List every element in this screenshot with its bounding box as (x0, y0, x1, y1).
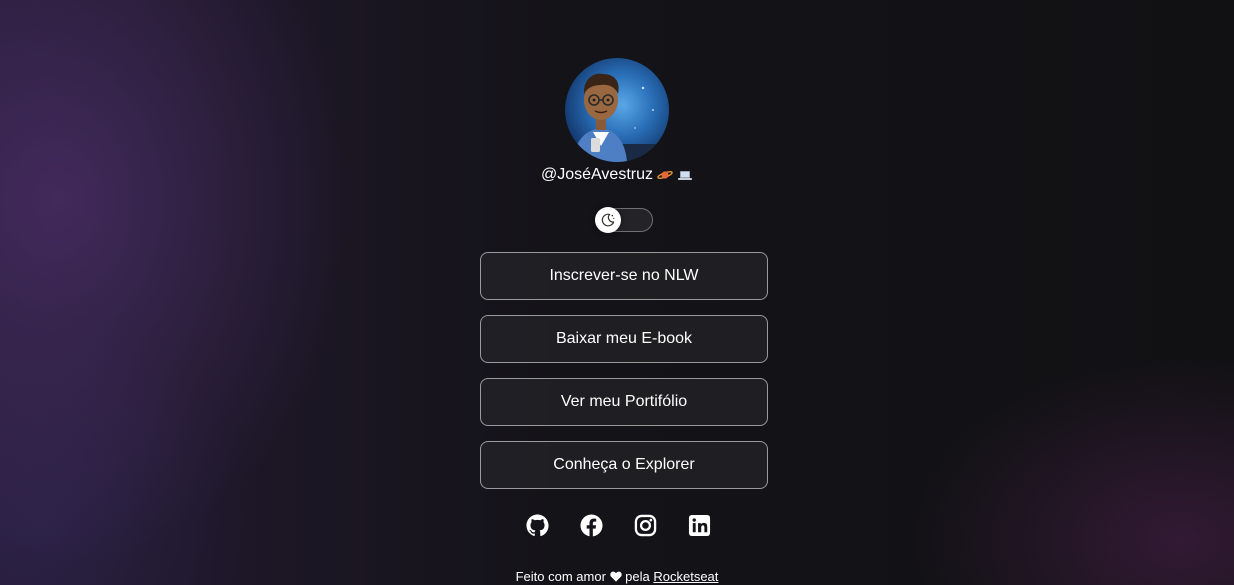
avatar (565, 58, 669, 162)
explorer-button[interactable]: Conheça o Explorer (480, 441, 768, 489)
list-item: Baixar meu E-book (480, 315, 768, 363)
theme-switch[interactable] (595, 207, 653, 233)
links-list: Inscrever-se no NLW Baixar meu E-book Ve… (480, 252, 768, 504)
profile: @JoséAvestruz (0, 58, 1234, 185)
laptop-icon (677, 169, 693, 181)
download-ebook-button[interactable]: Baixar meu E-book (480, 315, 768, 363)
list-item: Conheça o Explorer (480, 441, 768, 489)
heart-icon (609, 571, 622, 582)
footer: Feito com amor pela Rocketseat (0, 569, 1234, 585)
instagram-icon[interactable] (634, 514, 657, 537)
moon-icon (595, 207, 621, 233)
github-icon[interactable] (525, 514, 549, 537)
subscribe-nlw-button[interactable]: Inscrever-se no NLW (480, 252, 768, 300)
rocketseat-link[interactable]: Rocketseat (653, 569, 718, 584)
list-item: Inscrever-se no NLW (480, 252, 768, 300)
footer-prefix: Feito com amor (515, 569, 606, 584)
linkedin-icon[interactable] (688, 514, 711, 537)
list-item: Ver meu Portifólio (480, 378, 768, 426)
footer-middle: pela (625, 569, 650, 584)
social-links (0, 514, 1234, 537)
username-text: @JoséAvestruz (541, 166, 653, 183)
planet-icon (657, 169, 673, 181)
portfolio-button[interactable]: Ver meu Portifólio (480, 378, 768, 426)
page-container: @JoséAvestruz Inscrever-se no NLW Baixar… (0, 0, 1234, 585)
facebook-icon[interactable] (579, 514, 603, 537)
username: @JoséAvestruz (541, 165, 693, 185)
